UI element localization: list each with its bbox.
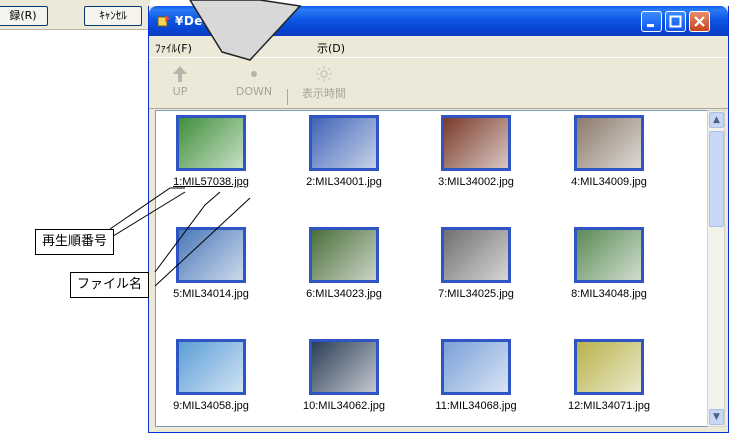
thumbnail-item[interactable]: 7:MIL34025.jpg: [431, 227, 521, 300]
demo-window: ¥Demo ックス ﾌｧｲﾙ(F) 編 示(D) UP DOWN 表示時間 1:…: [148, 6, 729, 433]
down-label: DOWN: [235, 85, 273, 98]
thumbnail-image[interactable]: [441, 227, 511, 283]
thumbnail-item[interactable]: 10:MIL34062.jpg: [299, 339, 389, 412]
minimize-button[interactable]: [641, 11, 662, 32]
toolbar-separator: [287, 89, 288, 105]
up-label: UP: [172, 85, 188, 98]
thumbnail-caption: 10:MIL34062.jpg: [303, 400, 385, 412]
thumbnail-item[interactable]: 12:MIL34071.jpg: [564, 339, 654, 412]
menu-file[interactable]: ﾌｧｲﾙ(F): [155, 40, 192, 56]
sun-icon: [316, 66, 332, 82]
thumbnail-panel: 1:MIL57038.jpg 2:MIL34001.jpg 3:MIL34002…: [155, 110, 708, 427]
thumbnail-image[interactable]: [176, 115, 246, 171]
record-button[interactable]: 録(R): [0, 6, 48, 26]
thumbnail-image[interactable]: [176, 227, 246, 283]
thumbnail-item[interactable]: 2:MIL34001.jpg: [299, 115, 389, 188]
title-bar[interactable]: ¥Demo ックス: [149, 6, 728, 36]
thumbnail-image[interactable]: [441, 339, 511, 395]
thumbnail-image[interactable]: [574, 339, 644, 395]
thumbnail-item[interactable]: 8:MIL34048.jpg: [564, 227, 654, 300]
thumbnail-item[interactable]: 4:MIL34009.jpg: [564, 115, 654, 188]
thumbnail-image[interactable]: [574, 227, 644, 283]
thumbnail-caption: 12:MIL34071.jpg: [568, 400, 650, 412]
thumbnail-item[interactable]: 1:MIL57038.jpg: [166, 115, 256, 188]
down-tool[interactable]: DOWN: [229, 65, 279, 98]
arrow-up-icon: [173, 66, 187, 82]
thumbnail-item[interactable]: 3:MIL34002.jpg: [431, 115, 521, 188]
maximize-icon: [669, 15, 682, 28]
thumbnail-image[interactable]: [309, 227, 379, 283]
callout-file-name: ファイル名: [70, 272, 150, 298]
screenshot: 録(R) ｷｬﾝｾﾙ ¥Demo ックス ﾌｧｲﾙ(F) 編 示(D) UP D…: [0, 0, 729, 433]
thumbnail-image[interactable]: [309, 115, 379, 171]
scroll-down-button[interactable]: ▼: [709, 409, 724, 425]
thumbnail-item[interactable]: 6:MIL34023.jpg: [299, 227, 389, 300]
thumbnail-image[interactable]: [309, 339, 379, 395]
thumbnail-caption: 1:MIL57038.jpg: [173, 176, 249, 188]
thumbnail-caption: 7:MIL34025.jpg: [438, 288, 514, 300]
thumbnail-image[interactable]: [176, 339, 246, 395]
minimize-icon: [647, 24, 654, 27]
thumbnail-item[interactable]: 9:MIL34058.jpg: [166, 339, 256, 412]
arrow-down-icon: [251, 71, 257, 77]
up-tool[interactable]: UP: [163, 65, 197, 98]
display-time-label: 表示時間: [302, 87, 346, 100]
close-icon: [694, 16, 705, 27]
app-icon: [157, 15, 170, 27]
thumbnail-item[interactable]: 5:MIL34014.jpg: [166, 227, 256, 300]
scroll-up-button[interactable]: ▲: [709, 112, 724, 128]
cancel-button[interactable]: ｷｬﾝｾﾙ: [84, 6, 142, 26]
menu-bar: ﾌｧｲﾙ(F) 編 示(D): [149, 36, 728, 58]
thumbnail-caption: 8:MIL34048.jpg: [571, 288, 647, 300]
thumbnail-caption: 6:MIL34023.jpg: [306, 288, 382, 300]
thumbnail-caption: 3:MIL34002.jpg: [438, 176, 514, 188]
scroll-thumb[interactable]: [709, 131, 724, 227]
vertical-scrollbar[interactable]: ▲ ▼: [707, 110, 725, 427]
thumbnail-image[interactable]: [441, 115, 511, 171]
thumbnail-caption: 2:MIL34001.jpg: [306, 176, 382, 188]
display-time-tool[interactable]: 表示時間: [291, 65, 357, 101]
toolbar: UP DOWN 表示時間: [149, 59, 728, 109]
thumbnail-caption: 4:MIL34009.jpg: [571, 176, 647, 188]
thumbnail-image[interactable]: [574, 115, 644, 171]
maximize-button[interactable]: [665, 11, 686, 32]
background-dialog: 録(R) ｷｬﾝｾﾙ: [0, 0, 150, 30]
thumbnail-caption: 5:MIL34014.jpg: [173, 288, 249, 300]
thumbnail-item[interactable]: 11:MIL34068.jpg: [431, 339, 521, 412]
callout-playback-order: 再生順番号: [35, 229, 115, 255]
window-title: ¥Demo ックス: [175, 14, 267, 28]
thumbnail-caption: 11:MIL34068.jpg: [435, 400, 517, 412]
thumbnail-caption: 9:MIL34058.jpg: [173, 400, 249, 412]
close-button[interactable]: [689, 11, 710, 32]
menu-view[interactable]: 示(D): [317, 40, 345, 56]
menu-edit[interactable]: 編: [229, 40, 240, 56]
